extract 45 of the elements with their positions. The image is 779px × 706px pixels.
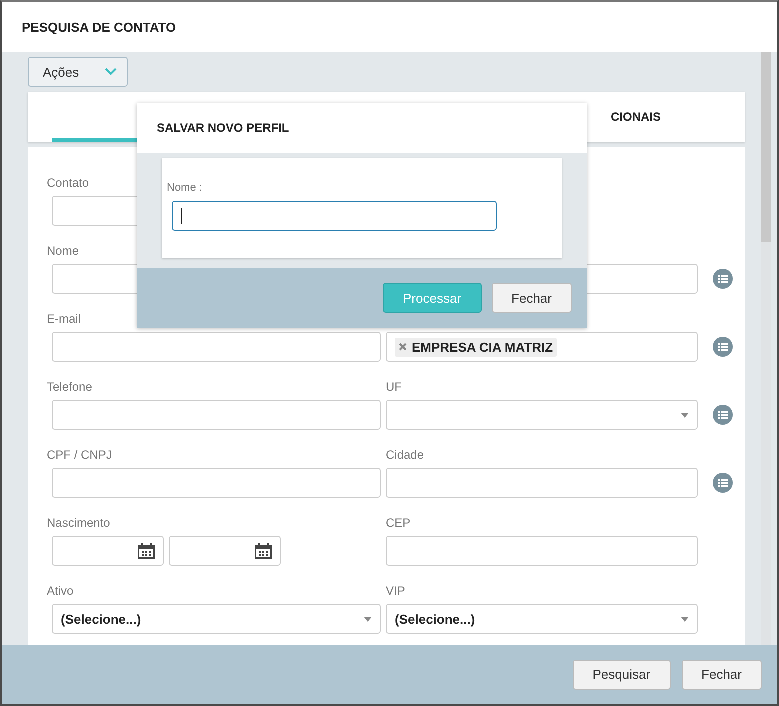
field-label: Nascimento [47,515,110,531]
scrollbar-thumb[interactable] [761,52,771,242]
text-field[interactable] [52,400,381,430]
text-field[interactable] [52,332,381,362]
name-field[interactable] [172,201,497,231]
calendar-icon[interactable] [138,543,155,559]
field-label: UF [386,379,402,395]
actions-dropdown[interactable]: Ações [28,57,128,87]
text-field[interactable] [52,468,381,498]
dropdown-caret-icon [364,616,372,622]
text-field[interactable] [386,468,698,498]
chevron-down-icon [105,68,117,76]
list-icon[interactable] [713,405,733,425]
scrollbar[interactable] [761,52,771,645]
field-label: Telefone [47,379,92,395]
list-icon[interactable] [713,337,733,357]
tag-field[interactable]: EMPRESA CIA MATRIZ [386,332,698,362]
text-field[interactable] [386,536,698,566]
list-icon[interactable] [713,269,733,289]
footer-button[interactable]: Fechar [682,660,762,690]
field-label: E-mail [47,311,82,327]
field-label: Contato [47,175,90,191]
close-button[interactable]: Fechar [492,283,572,313]
select-field[interactable]: (Selecione...) [52,604,381,634]
select-field[interactable]: (Selecione...) [386,604,698,634]
list-icon[interactable] [713,473,733,493]
date-field[interactable] [52,536,164,566]
field-label: CEP [386,515,411,531]
dropdown-caret-icon [681,412,689,418]
tag-chip[interactable]: EMPRESA CIA MATRIZ [395,338,558,356]
field-label: VIP [386,583,406,599]
dialog-title: SALVAR NOVO PERFIL [157,121,290,135]
calendar-icon[interactable] [255,543,272,559]
field-label: Nome [47,243,80,259]
tab[interactable]: CIONAIS [611,92,662,142]
field-label: CPF / CNPJ [47,447,112,463]
select-field[interactable] [386,400,698,430]
field-label: Cidade [386,447,424,463]
dropdown-caret-icon [681,616,689,622]
date-field[interactable] [169,536,281,566]
window-title: PESQUISA DE CONTATO [22,20,176,34]
field-label: Ativo [47,583,74,599]
field-label: Nome : [167,182,204,194]
footer-button[interactable]: Pesquisar [572,660,671,690]
remove-icon[interactable] [399,343,407,351]
